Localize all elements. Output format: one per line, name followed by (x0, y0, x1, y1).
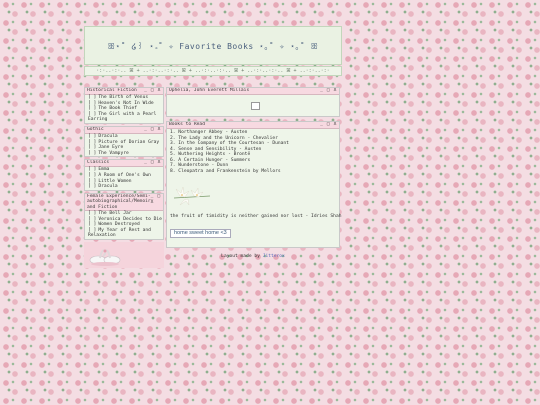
main-column: Ophelia, John Everett Millais _ □ X Book… (166, 87, 342, 248)
window-controls[interactable]: _ □ X (320, 122, 337, 128)
window-title: Books to Read (169, 122, 205, 127)
quote-text: the fruit of timidity is neither gained … (170, 214, 342, 219)
page-title: ꕥ⋆˚ ໒꒱ ⋆｡˚ ✧ Favorite Books ⋆｡˚ ✧ ⋆｡˚ ꕥ (107, 41, 319, 51)
window-title: Ophelia, John Everett Millais (169, 88, 250, 93)
footer-text: Layout made by (221, 254, 260, 259)
section-title: Historical Fiction (87, 88, 137, 93)
window-controls[interactable]: _ □ X (144, 160, 161, 166)
header-banner: ꕥ⋆˚ ໒꒱ ⋆｡˚ ✧ Favorite Books ⋆｡˚ ✧ ⋆｡˚ ꕥ (84, 26, 342, 65)
section-gothic: Gothic _ □ X [ ] Dracula [ ] Picture of Do… (84, 125, 164, 158)
window-controls[interactable]: _ □ X (320, 88, 337, 94)
list-item[interactable]: [ ] Dracula (85, 184, 163, 190)
swan-decoration (84, 241, 164, 268)
window-controls[interactable]: _ □ X (144, 88, 161, 94)
list-item[interactable]: [ ] The Girl with a Pearl Earring (85, 112, 162, 123)
section-title: Classics (87, 160, 110, 166)
window-controls[interactable]: _ □ X (151, 194, 161, 206)
swan-icon (89, 249, 121, 266)
sidebar: Historical Fiction _ □ X [ ] The Birth of… (84, 87, 164, 268)
section-title: Female Experience/Semi-autobiographical/… (87, 193, 151, 210)
lily-flowers-icon (173, 186, 211, 206)
section-historical-fiction: Historical Fiction _ □ X [ ] The Birth of… (84, 87, 164, 124)
list-item[interactable]: [ ] The Vampyre (85, 151, 163, 157)
home-button[interactable]: home sweet home <3 (170, 229, 231, 238)
books-window: Books to Read _ □ X 1. Northanger Abbey … (166, 121, 342, 248)
photo-window: Ophelia, John Everett Millais _ □ X (166, 87, 340, 117)
decorative-divider: ·:·..·:·.. ꕤ + ..·:·..·:·.. ꕤ + ..·:·..·… (84, 66, 342, 76)
list-item[interactable]: [ ] My Year of Rest and Relaxation (85, 228, 162, 239)
section-classics: Classics _ □ X [ ] Emma [ ] A Room of One'… (84, 159, 164, 191)
section-title: Gothic (87, 126, 104, 132)
window-controls[interactable]: _ □ X (144, 127, 161, 133)
section-female-experience: Female Experience/Semi-autobiographical/… (84, 192, 164, 240)
list-item: 8. Cleopatra and Frankenstein by Mellors (170, 168, 281, 174)
broken-image-icon (251, 102, 260, 110)
footer: Layout made by Jitterox (166, 254, 340, 259)
credit-link[interactable]: Jitterox (263, 254, 285, 259)
photo-area (167, 95, 339, 116)
